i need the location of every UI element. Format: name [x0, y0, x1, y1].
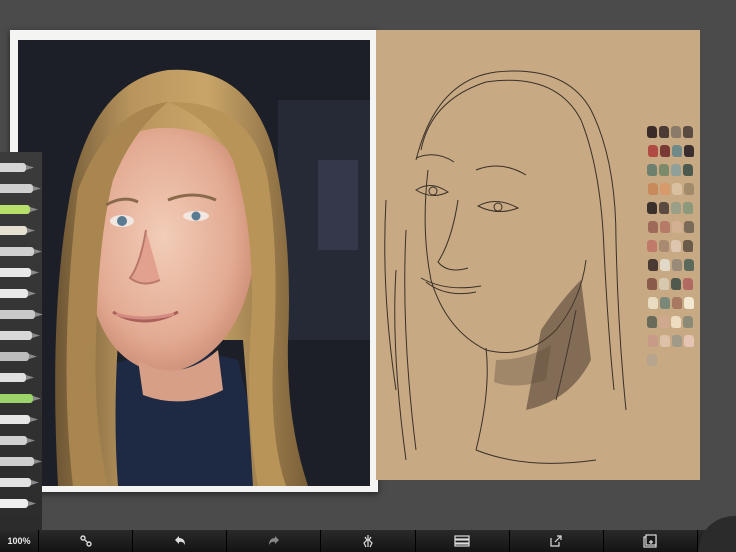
tool-brush[interactable] [0, 307, 43, 321]
color-swatch[interactable] [647, 316, 657, 328]
tool-fill[interactable] [0, 433, 35, 447]
bottom-toolbar: 100% [0, 530, 736, 552]
tool-airbrush[interactable] [0, 181, 41, 195]
color-swatch[interactable] [660, 259, 670, 271]
export-button[interactable] [510, 530, 604, 552]
tool-ruler[interactable] [0, 475, 39, 489]
color-swatch[interactable] [683, 278, 693, 290]
brush-properties-button[interactable] [39, 530, 134, 552]
gallery-button[interactable] [604, 530, 698, 552]
color-swatch[interactable] [660, 183, 670, 195]
tool-pencil[interactable] [0, 223, 35, 237]
tool-brush[interactable] [0, 328, 40, 342]
color-swatch[interactable] [671, 164, 681, 176]
tool-pencil[interactable] [0, 244, 42, 258]
layers-button[interactable] [416, 530, 510, 552]
tool-color-swatch-tool[interactable] [0, 391, 41, 405]
color-swatch[interactable] [647, 354, 657, 366]
color-swatch[interactable] [684, 221, 694, 233]
symmetry-icon [363, 535, 373, 548]
tool-brush-size-slider[interactable] [0, 496, 36, 510]
color-swatch[interactable] [683, 202, 693, 214]
color-swatch[interactable] [660, 145, 670, 157]
tool-smudge[interactable] [0, 160, 34, 174]
reference-photo[interactable] [10, 30, 378, 492]
tool-rail [0, 152, 43, 532]
color-swatch[interactable] [659, 316, 669, 328]
redo-icon [268, 536, 279, 545]
color-swatch[interactable] [683, 164, 693, 176]
color-swatch[interactable] [671, 278, 681, 290]
color-swatch[interactable] [659, 164, 669, 176]
color-swatch[interactable] [672, 335, 682, 347]
drawing-canvas[interactable] [0, 0, 736, 532]
color-swatch[interactable] [672, 221, 682, 233]
color-swatch[interactable] [648, 297, 658, 309]
color-swatch[interactable] [671, 316, 681, 328]
color-swatch[interactable] [648, 145, 658, 157]
color-swatch[interactable] [647, 202, 657, 214]
color-swatch[interactable] [672, 259, 682, 271]
layers-icon [454, 535, 470, 547]
tool-eraser[interactable] [0, 412, 38, 426]
color-swatch[interactable] [659, 126, 669, 138]
color-swatch[interactable] [683, 126, 693, 138]
color-swatch[interactable] [647, 240, 657, 252]
redo-button[interactable] [227, 530, 322, 552]
color-swatch[interactable] [672, 183, 682, 195]
color-swatch[interactable] [684, 335, 694, 347]
tool-pen[interactable] [0, 286, 36, 300]
color-swatch[interactable] [684, 259, 694, 271]
color-swatch[interactable] [684, 183, 694, 195]
tool-paint-tube[interactable] [0, 370, 34, 384]
color-swatch[interactable] [660, 221, 670, 233]
color-swatch[interactable] [660, 297, 670, 309]
color-swatch[interactable] [648, 335, 658, 347]
tool-marker[interactable] [0, 202, 38, 216]
color-swatch[interactable] [672, 297, 682, 309]
color-swatch[interactable] [684, 297, 694, 309]
undo-button[interactable] [133, 530, 228, 552]
color-swatch[interactable] [648, 259, 658, 271]
zoom-level[interactable]: 100% [0, 530, 39, 552]
gallery-icon [643, 534, 658, 548]
color-swatch[interactable] [648, 183, 658, 195]
color-swatch[interactable] [683, 240, 693, 252]
color-swatch[interactable] [659, 240, 669, 252]
color-swatch[interactable] [671, 126, 681, 138]
undo-icon [174, 536, 185, 545]
color-swatch[interactable] [660, 335, 670, 347]
tool-pen[interactable] [0, 265, 39, 279]
color-swatch[interactable] [647, 164, 657, 176]
color-swatch[interactable] [647, 126, 657, 138]
sketch-paper[interactable] [376, 30, 700, 480]
color-swatch[interactable] [647, 278, 657, 290]
tool-ink-pen[interactable] [0, 454, 42, 468]
color-swatch[interactable] [684, 145, 694, 157]
pencil-sketch [384, 70, 627, 464]
color-swatch[interactable] [671, 240, 681, 252]
tool-paint-roller[interactable] [0, 349, 37, 363]
color-swatch[interactable] [659, 202, 669, 214]
color-swatch[interactable] [659, 278, 669, 290]
color-swatch[interactable] [672, 145, 682, 157]
export-icon [550, 535, 562, 547]
color-swatch[interactable] [648, 221, 658, 233]
portrait-photo [18, 40, 370, 486]
color-swatch[interactable] [683, 316, 693, 328]
color-swatch[interactable] [671, 202, 681, 214]
brush-properties-icon [79, 535, 92, 547]
symmetry-button[interactable] [321, 530, 416, 552]
